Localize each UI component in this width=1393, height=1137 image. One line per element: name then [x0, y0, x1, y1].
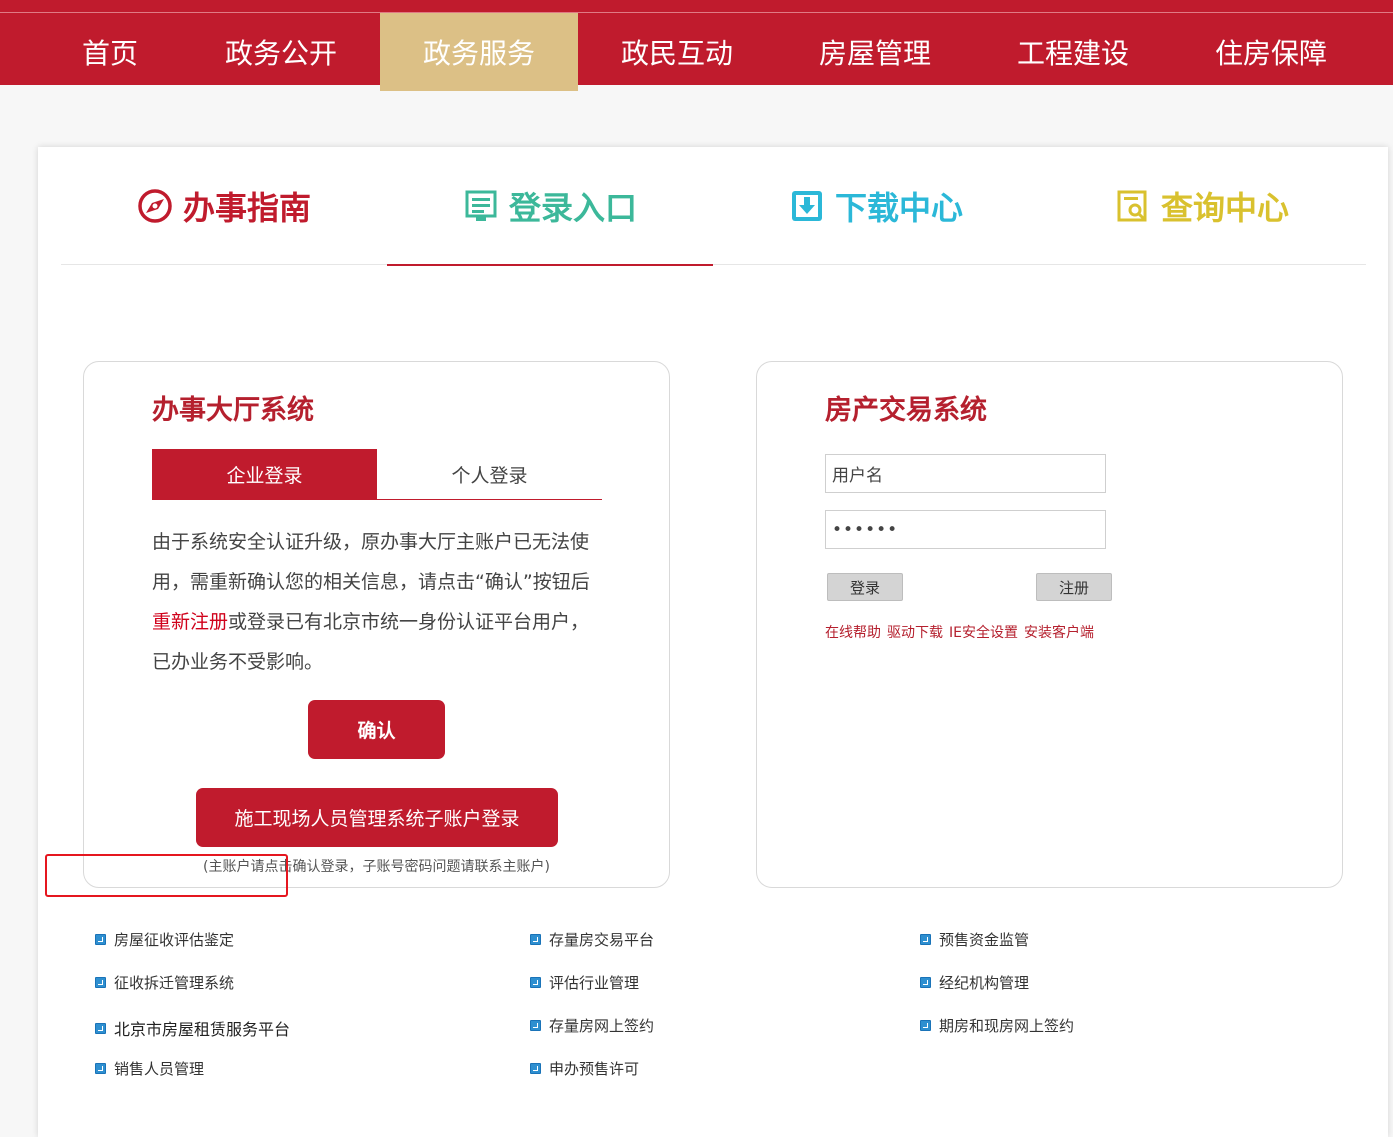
search-document-icon	[1115, 188, 1151, 224]
list-item[interactable]: 申办预售许可	[530, 1058, 639, 1079]
arrow-bullet-icon	[530, 977, 541, 988]
trade-system-title: 房产交易系统	[825, 395, 987, 426]
list-item-label: 北京市房屋租赁服务平台	[114, 1020, 291, 1039]
arrow-bullet-icon	[530, 1063, 541, 1074]
arrow-bullet-icon	[530, 1020, 541, 1031]
tab-guide-label: 办事指南	[182, 189, 311, 227]
service-tabs: 办事指南 登录入口 下载中心 查询中心	[61, 147, 1366, 266]
online-help-link[interactable]: 在线帮助	[825, 625, 881, 641]
tab-download-label: 下载中心	[834, 189, 963, 227]
nav-item-gov-open[interactable]: 政务公开	[182, 13, 380, 91]
top-nav-bar: 首页 政务公开 政务服务 政民互动 房屋管理 工程建设 住房保障	[0, 0, 1393, 91]
arrow-bullet-icon	[95, 977, 106, 988]
tab-query-label: 查询中心	[1160, 189, 1289, 227]
list-item[interactable]: 预售资金监管	[920, 929, 1029, 950]
arrow-bullet-icon	[95, 1063, 106, 1074]
main-card: 办事指南 登录入口 下载中心 查询中心 办事大厅系统 企业登录 个人登录 由于系…	[38, 147, 1388, 1137]
tab-login-label: 登录入口	[508, 189, 637, 227]
login-form-icon	[463, 188, 499, 224]
highlight-annotation-box	[45, 854, 288, 897]
list-item-label: 存量房网上签约	[549, 1017, 655, 1035]
tab-download[interactable]: 下载中心	[713, 147, 1039, 265]
install-client-link[interactable]: 安装客户端	[1024, 625, 1094, 641]
tab-login[interactable]: 登录入口	[387, 147, 713, 266]
sub-account-login-button[interactable]: 施工现场人员管理系统子账户登录	[196, 788, 558, 847]
tab-query[interactable]: 查询中心	[1039, 147, 1365, 265]
trade-help-links: 在线帮助 驱动下载 IE安全设置 安装客户端	[825, 622, 1100, 642]
list-item[interactable]: 销售人员管理	[95, 1058, 204, 1079]
list-item[interactable]: 房屋征收评估鉴定	[95, 929, 234, 950]
hall-notice-text: 由于系统安全认证升级，原办事大厅主账户已无法使用，需重新确认您的相关信息，请点击…	[152, 522, 607, 682]
list-item-label: 存量房交易平台	[549, 931, 655, 949]
download-icon	[789, 188, 825, 224]
list-item-rental-platform[interactable]: 北京市房屋租赁服务平台	[95, 1016, 290, 1040]
login-type-tabs: 企业登录 个人登录	[152, 449, 602, 500]
list-item[interactable]: 存量房交易平台	[530, 929, 654, 950]
tab-company-login[interactable]: 企业登录	[152, 449, 377, 499]
list-item-label: 评估行业管理	[549, 974, 640, 992]
list-item[interactable]: 期房和现房网上签约	[920, 1015, 1074, 1036]
arrow-bullet-icon	[920, 1020, 931, 1031]
arrow-bullet-icon	[920, 934, 931, 945]
confirm-button[interactable]: 确认	[308, 700, 445, 759]
ie-security-link[interactable]: IE安全设置	[949, 625, 1018, 641]
driver-download-link[interactable]: 驱动下载	[887, 625, 943, 641]
nav-item-home[interactable]: 首页	[11, 13, 209, 91]
arrow-bullet-icon	[530, 934, 541, 945]
list-item-label: 期房和现房网上签约	[939, 1017, 1075, 1035]
compass-icon	[137, 188, 173, 224]
nav-item-housing-mgmt[interactable]: 房屋管理	[776, 13, 974, 91]
arrow-bullet-icon	[95, 934, 106, 945]
list-item-label: 征收拆迁管理系统	[114, 974, 235, 992]
list-item-label: 房屋征收评估鉴定	[114, 931, 235, 949]
list-item[interactable]: 存量房网上签约	[530, 1015, 654, 1036]
password-input[interactable]: ••••••	[825, 510, 1106, 549]
nav-item-gov-service[interactable]: 政务服务	[380, 13, 578, 91]
nav-item-interaction[interactable]: 政民互动	[578, 13, 776, 91]
list-item[interactable]: 评估行业管理	[530, 972, 639, 993]
trade-register-button[interactable]: 注册	[1036, 573, 1112, 601]
tab-personal-login[interactable]: 个人登录	[377, 449, 602, 499]
username-input[interactable]: 用户名	[825, 454, 1106, 493]
list-item-label: 销售人员管理	[114, 1060, 205, 1078]
nav-item-construction[interactable]: 工程建设	[974, 13, 1172, 91]
list-item[interactable]: 征收拆迁管理系统	[95, 972, 234, 993]
list-item-label: 申办预售许可	[549, 1060, 640, 1078]
re-register-link[interactable]: 重新注册	[152, 611, 228, 633]
trade-system-panel: 房产交易系统 用户名 •••••• 登录 注册 在线帮助 驱动下载 IE安全设置 安装…	[756, 361, 1343, 888]
trade-login-button[interactable]: 登录	[827, 573, 903, 601]
list-item-label: 预售资金监管	[939, 931, 1030, 949]
arrow-bullet-icon	[95, 1022, 106, 1034]
tab-guide[interactable]: 办事指南	[61, 147, 387, 265]
hall-system-title: 办事大厅系统	[152, 395, 314, 426]
notice-part1: 由于系统安全认证升级，原办事大厅主账户已无法使用，需重新确认您的相关信息，请点击…	[152, 531, 590, 593]
list-item[interactable]: 经纪机构管理	[920, 972, 1029, 993]
arrow-bullet-icon	[920, 977, 931, 988]
nav-item-housing-security[interactable]: 住房保障	[1172, 13, 1370, 91]
hall-system-panel: 办事大厅系统 企业登录 个人登录 由于系统安全认证升级，原办事大厅主账户已无法使…	[83, 361, 670, 888]
list-item-label: 经纪机构管理	[939, 974, 1030, 992]
